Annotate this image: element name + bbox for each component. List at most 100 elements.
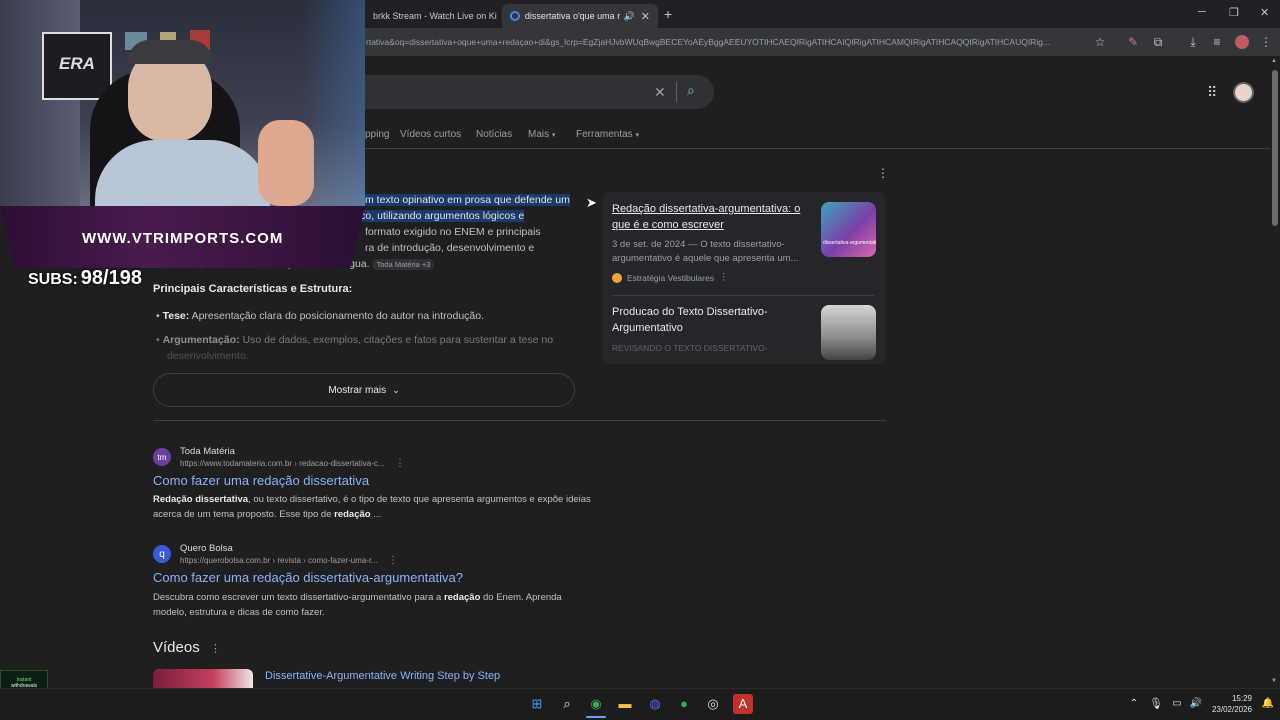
chrome-icon[interactable]: ◉ [586, 694, 606, 714]
close-icon[interactable]: ✕ [497, 10, 500, 23]
result-url[interactable]: https://www.todamateria.com.br › redacao… [180, 459, 385, 468]
result-snippet: Descubra como escrever um texto disserta… [153, 590, 593, 620]
sponsor-site: WWW.VTRIMPORTS.COM [82, 230, 284, 247]
result-url[interactable]: https://querobolsa.com.br › revista › co… [180, 556, 378, 565]
tray-expand-icon[interactable]: ⌃ [1124, 694, 1144, 714]
subs-value: 98/198 [80, 267, 142, 289]
streamer-hair [128, 40, 212, 64]
star-icon[interactable]: ☆ [1092, 34, 1108, 50]
apps-grid-icon[interactable]: ⠿ [1207, 84, 1217, 101]
card-snippet: 3 de set. de 2024 — O texto dissertativo… [612, 239, 799, 264]
address-bar[interactable]: rtativa&oq=dissertativa+oque+uma+redaçao… [366, 34, 1086, 50]
clear-icon[interactable]: ✕ [654, 84, 666, 101]
snippet-bold: redação [334, 509, 371, 520]
snippet-bold: redação [443, 592, 481, 603]
card-title[interactable]: Producao do Texto Dissertativo-Argumenta… [612, 304, 808, 336]
new-tab-icon[interactable]: + [664, 6, 672, 22]
bullet-term: Tese: [162, 310, 190, 322]
tab-search-icon[interactable]: ≡ [1209, 34, 1225, 50]
tab-news[interactable]: Notícias [476, 129, 512, 140]
show-more-button[interactable]: Mostrar mais ⌄ [153, 373, 575, 407]
chevron-down-icon: ⌄ [392, 384, 400, 395]
snippet-text: Descubra como escrever um texto disserta… [153, 592, 444, 603]
kebab-icon[interactable]: ⋮ [388, 555, 398, 566]
kebab-icon[interactable]: ⋮ [877, 166, 889, 180]
scrollbar-thumb[interactable] [1272, 70, 1278, 226]
search-icon[interactable]: ⌕ [687, 82, 695, 99]
microphone-icon[interactable]: 🎙 [1146, 694, 1166, 714]
extensions-icon[interactable]: ⧉ [1150, 34, 1166, 50]
tab-search[interactable]: dissertativa o'que uma reda 🔊 ✕ [502, 4, 658, 28]
bullet-term: Argumentação: [162, 334, 240, 346]
bullet-text: Uso de dados, exemplos, citações e fatos… [239, 334, 554, 346]
window-close-icon[interactable]: ✕ [1260, 6, 1269, 19]
card-thumbnail[interactable]: dissertativa-argumentativa [821, 202, 876, 257]
tab-more[interactable]: Mais ▾ [528, 129, 555, 140]
thumbnail-caption: dissertativa-argumentativa [823, 240, 876, 246]
clock-time: 15:29 [1231, 694, 1252, 703]
video-thumbnail[interactable] [153, 669, 253, 688]
result-site[interactable]: Toda Matéria [180, 446, 235, 457]
tab-label: dissertativa o'que uma reda [524, 11, 620, 21]
tab-label: brkk Stream - Watch Live on Ki [373, 11, 497, 21]
tab-more-label: Mais [528, 129, 550, 140]
clock-date: 23/02/2026 [1211, 705, 1252, 714]
obs-icon[interactable]: ◎ [703, 694, 723, 714]
result-title[interactable]: Como fazer uma redação dissertativa-argu… [153, 570, 463, 585]
mouse-cursor-icon: ➤ [586, 195, 597, 210]
notification-bell-icon[interactable]: 🔔 [1258, 694, 1278, 714]
sponsor-banner: WWW.VTRIMPORTS.COM [0, 206, 365, 268]
download-icon[interactable]: ⤓ [1185, 34, 1201, 50]
list-item: • Tese: Apresentação clara do posicionam… [156, 310, 485, 322]
restore-icon[interactable]: ❐ [1229, 6, 1239, 19]
kebab-icon[interactable]: ⋮ [395, 458, 405, 469]
scroll-up-icon[interactable]: ▲ [1271, 58, 1277, 64]
section-title: Principais Características e Estrutura: [153, 283, 353, 295]
divider [153, 420, 886, 421]
card-source: Estratégia Vestibulares [627, 273, 714, 283]
bullet-text: desenvolvimento. [167, 350, 249, 362]
volume-icon[interactable]: 🔊 [1186, 694, 1206, 714]
speaker-icon[interactable]: 🔊 [624, 11, 635, 22]
profile-avatar[interactable] [1235, 35, 1249, 49]
discord-icon[interactable]: ◍ [645, 694, 665, 714]
tab-short-videos[interactable]: Vídeos curtos [400, 129, 461, 140]
result-title[interactable]: Como fazer uma redação dissertativa [153, 473, 369, 488]
divider [612, 295, 874, 296]
menu-icon[interactable]: ⋮ [1258, 34, 1274, 50]
video-title[interactable]: Dissertative-Argumentative Writing Step … [265, 670, 500, 682]
spotify-icon[interactable]: ● [674, 694, 694, 714]
card-thumbnail[interactable] [821, 305, 876, 360]
kebab-icon[interactable]: ⋮ [210, 642, 221, 655]
file-explorer-icon[interactable]: ▬ [615, 694, 635, 714]
windows-start-icon[interactable]: ⊞ [527, 694, 547, 714]
search-divider [676, 82, 677, 102]
poster-logo: ERA [59, 54, 95, 73]
todamateria-favicon-icon: tm [153, 448, 171, 466]
kebab-icon[interactable]: ⋮ [719, 271, 729, 285]
scroll-down-icon[interactable]: ▼ [1271, 678, 1277, 684]
source-favicon-icon [612, 273, 622, 283]
source-chip[interactable]: Toda Matéria +3 [372, 259, 435, 270]
clock[interactable]: 15:29 23/02/2026 [1208, 693, 1252, 715]
tab-stream[interactable]: brkk Stream - Watch Live on Ki ✕ [365, 4, 500, 28]
tab-tools[interactable]: Ferramentas ▾ [576, 129, 639, 140]
wall-poster: ERA [42, 32, 112, 100]
card-title[interactable]: Redação dissertativa-argumentativa: o qu… [612, 201, 808, 233]
result-site[interactable]: Quero Bolsa [180, 543, 233, 554]
close-icon[interactable]: ✕ [635, 10, 650, 23]
subs-counter: SUBS: 98/198 [28, 267, 142, 290]
search-icon[interactable]: ⌕ [557, 694, 577, 714]
list-item: • Argumentação: Uso de dados, exemplos, … [156, 334, 554, 346]
source-card[interactable]: Redação dissertativa-argumentativa: o qu… [612, 201, 808, 285]
tab-shopping[interactable]: pping [365, 129, 389, 140]
app-icon[interactable]: A [733, 694, 753, 714]
webcam-overlay: ERA [0, 0, 365, 206]
querobolsa-favicon-icon: q [153, 545, 171, 563]
show-more-label: Mostrar mais [328, 384, 387, 396]
source-card[interactable]: Producao do Texto Dissertativo-Argumenta… [612, 304, 808, 355]
account-avatar[interactable] [1233, 82, 1254, 103]
network-icon[interactable]: ▭ [1167, 694, 1187, 714]
minimize-icon[interactable]: ─ [1198, 6, 1206, 18]
extension-pen-icon[interactable]: ✎ [1125, 34, 1141, 50]
